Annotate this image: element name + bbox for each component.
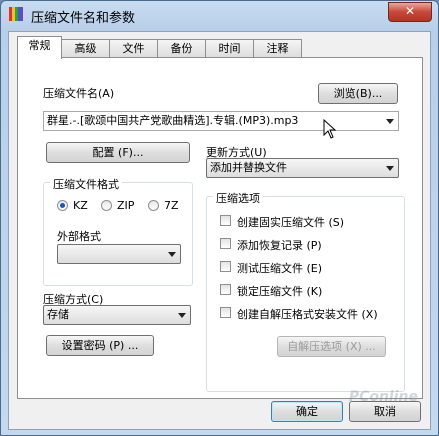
sfx-options-button[interactable]: 自解压选项 (X) ... <box>277 336 386 357</box>
recovery-record-label: 添加恢复记录 (P) <box>237 239 322 252</box>
solid-archive-checkbox[interactable] <box>220 215 231 226</box>
archive-name-input[interactable]: 群星.-.[歌颂中国共产党歌曲精选].专辑.(MP3).mp3 <box>47 114 298 127</box>
sfx-archive-checkbox[interactable] <box>220 307 231 318</box>
test-archive-checkbox[interactable] <box>220 261 231 272</box>
update-method-value: 添加并替换文件 <box>210 161 287 174</box>
format-kz-label: KZ <box>73 199 88 212</box>
title-bar[interactable]: 压缩文件名和参数 ✕ <box>1 1 438 29</box>
profiles-button[interactable]: 配置 (F)... <box>46 142 190 163</box>
mouse-cursor-icon <box>323 119 337 139</box>
dialog-client: 常规 高级 文件 备份 时间 注释 压缩文件名(A) 浏览(B)... 群星.-… <box>8 31 431 430</box>
options-group-title: 压缩选项 <box>213 190 263 206</box>
close-button[interactable]: ✕ <box>388 2 432 22</box>
options-group: 压缩选项 创建固实压缩文件 (S) 添加恢复记录 (P) 测试压缩文件 (E) … <box>206 190 405 392</box>
chevron-down-icon <box>386 166 394 171</box>
format-group-title: 压缩文件格式 <box>50 176 122 192</box>
test-archive-label: 测试压缩文件 (E) <box>237 262 323 275</box>
archive-name-combo[interactable]: 群星.-.[歌颂中国共产党歌曲精选].专辑.(MP3).mp3 <box>43 111 399 131</box>
set-password-button[interactable]: 设置密码 (P) ... <box>46 335 154 356</box>
solid-archive-label: 创建固实压缩文件 (S) <box>237 216 345 229</box>
external-format-label: 外部格式 <box>57 230 101 243</box>
tab-comment[interactable]: 注释 <box>253 39 302 58</box>
lock-archive-checkbox[interactable] <box>220 284 231 295</box>
tab-general[interactable]: 常规 <box>17 36 62 59</box>
format-group: 压缩文件格式 KZ ZIP 7Z 外部格式 <box>43 176 193 286</box>
lock-archive-label: 锁定压缩文件 (K) <box>237 285 323 298</box>
external-format-select[interactable] <box>57 244 181 264</box>
recovery-record-checkbox[interactable] <box>220 238 231 249</box>
watermark: PConline <box>348 389 418 405</box>
window-title: 压缩文件名和参数 <box>31 11 136 26</box>
tab-advanced[interactable]: 高级 <box>61 39 110 58</box>
format-zip-radio[interactable] <box>101 200 112 211</box>
format-zip-label: ZIP <box>117 199 135 212</box>
format-7z-label: 7Z <box>164 199 179 212</box>
chevron-down-icon <box>168 252 176 257</box>
chevron-down-icon <box>178 313 186 318</box>
format-7z-radio[interactable] <box>148 200 159 211</box>
archive-name-label: 压缩文件名(A) <box>43 87 115 100</box>
dialog-window: 压缩文件名和参数 ✕ 常规 高级 文件 备份 时间 注释 压缩文件名(A) 浏览… <box>0 0 439 436</box>
tab-backup[interactable]: 备份 <box>157 39 206 58</box>
compression-method-value: 存储 <box>47 308 69 321</box>
update-method-select[interactable]: 添加并替换文件 <box>206 158 399 178</box>
general-panel: 压缩文件名(A) 浏览(B)... 群星.-.[歌颂中国共产党歌曲精选].专辑.… <box>17 57 423 399</box>
sfx-archive-label: 创建自解压格式安装文件 (X) <box>237 308 378 321</box>
browse-button[interactable]: 浏览(B)... <box>318 83 398 104</box>
format-kz-radio[interactable] <box>57 200 68 211</box>
tab-files[interactable]: 文件 <box>109 39 158 58</box>
compression-method-select[interactable]: 存储 <box>43 305 191 325</box>
ok-button[interactable]: 确定 <box>271 401 343 422</box>
chevron-down-icon[interactable] <box>386 119 394 124</box>
app-icon <box>9 7 23 21</box>
tab-time[interactable]: 时间 <box>205 39 254 58</box>
